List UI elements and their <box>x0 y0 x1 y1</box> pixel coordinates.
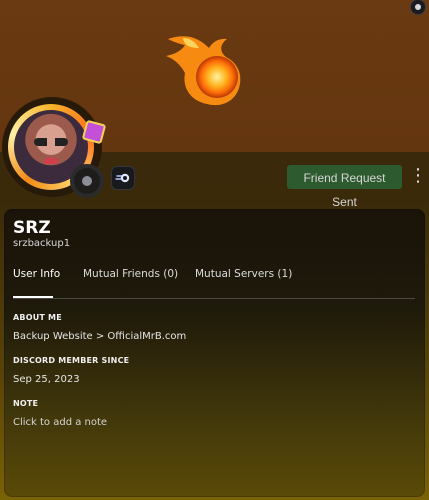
avatar-eyes <box>34 138 68 146</box>
note-input[interactable]: Click to add a note <box>13 417 107 428</box>
username: srzbackup1 <box>13 238 71 249</box>
avatar-lips <box>44 158 58 164</box>
offline-status-icon <box>70 164 104 198</box>
tab-mutual-friends[interactable]: Mutual Friends (0) <box>83 268 178 280</box>
display-name: SRZ <box>13 218 51 238</box>
about-me-value: Backup Website > OfficialMrB.com <box>13 331 187 342</box>
tab-divider <box>13 298 415 299</box>
fireball-banner-icon <box>166 36 241 106</box>
nitro-symbol-icon <box>115 173 130 183</box>
nitro-badge-icon[interactable] <box>111 166 135 190</box>
friend-request-sent-button[interactable]: Friend Request Sent <box>287 165 402 209</box>
user-profile-popout: Friend Request Sent ⋮ SRZ srzbackup1 Use… <box>0 0 429 500</box>
profile-card: SRZ srzbackup1 User Info Mutual Friends … <box>4 209 425 497</box>
member-since-value: Sep 25, 2023 <box>13 374 80 385</box>
more-options-icon[interactable]: ⋮ <box>409 166 427 188</box>
about-me-title: ABOUT ME <box>13 313 62 322</box>
profile-tabs: User Info Mutual Friends (0) Mutual Serv… <box>13 268 413 298</box>
status-dot <box>82 176 92 186</box>
tab-user-info[interactable]: User Info <box>13 268 60 280</box>
tab-mutual-servers[interactable]: Mutual Servers (1) <box>195 268 292 280</box>
member-since-title: DISCORD MEMBER SINCE <box>13 356 130 365</box>
note-title: NOTE <box>13 399 39 408</box>
